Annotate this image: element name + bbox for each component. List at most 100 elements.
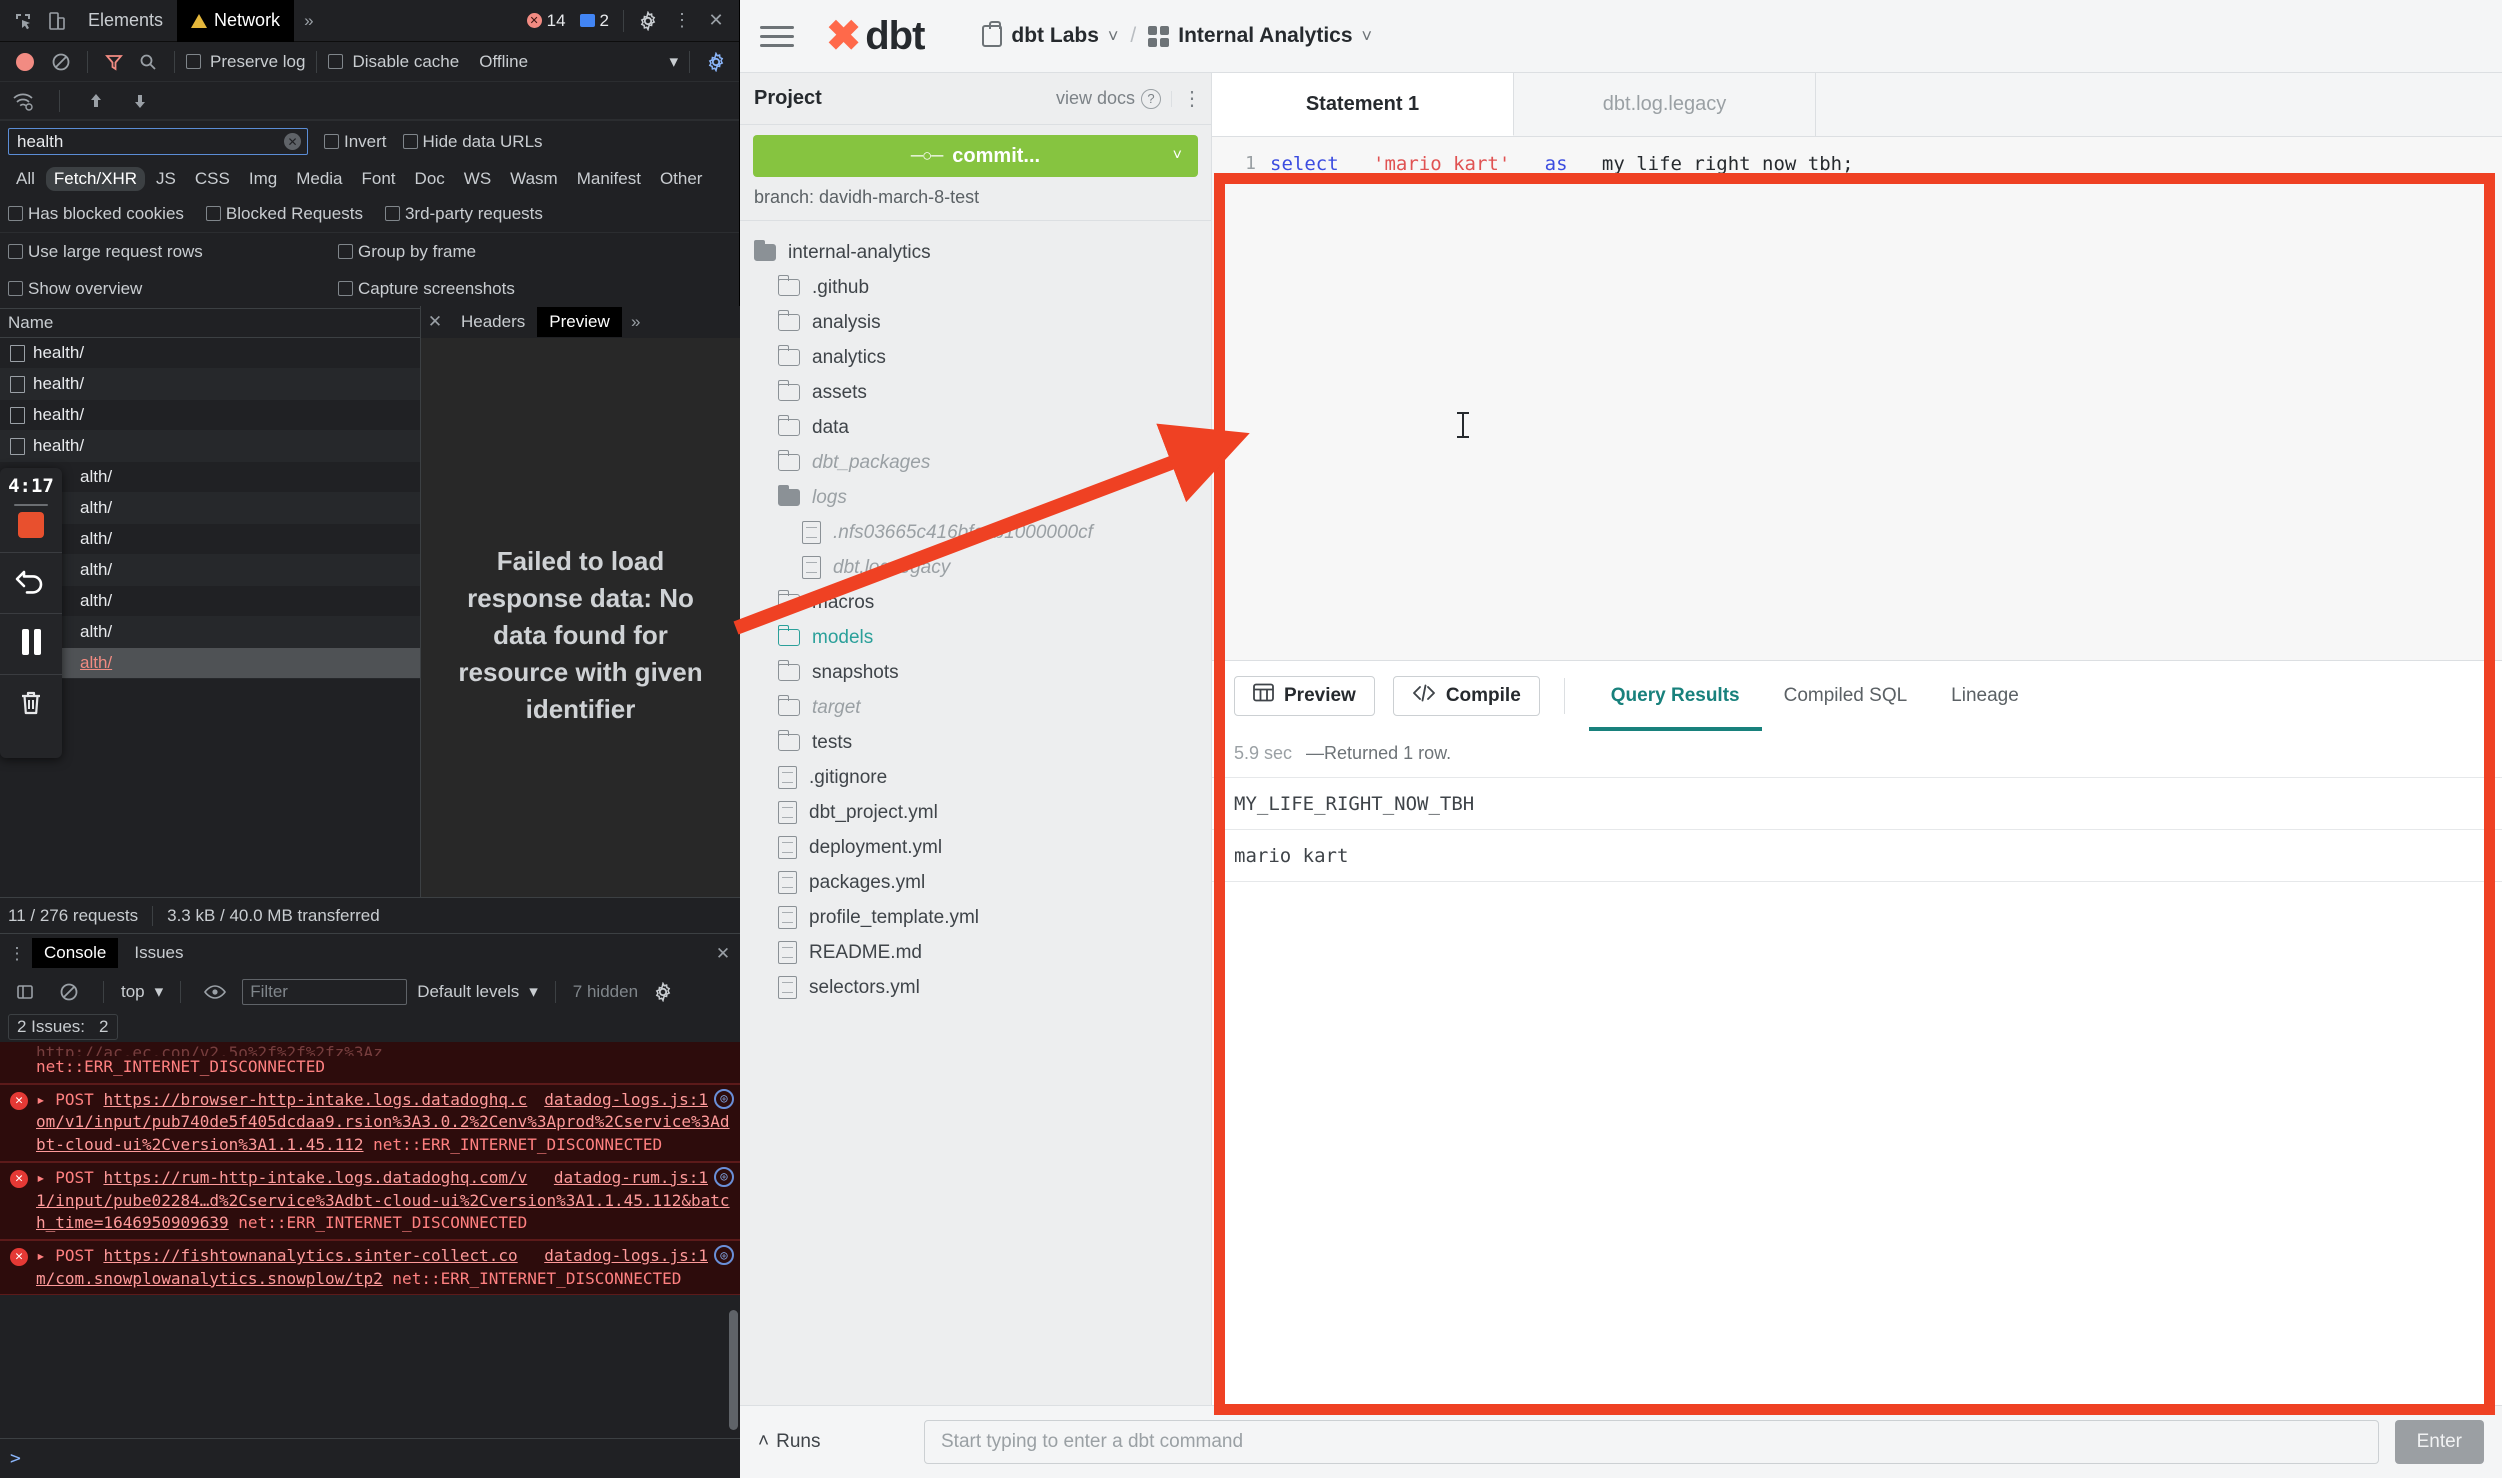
group-by-frame-checkbox[interactable]	[338, 244, 353, 259]
tree-item-dbt-project-yml[interactable]: dbt_project.yml	[754, 795, 1211, 830]
delete-icon[interactable]	[11, 685, 51, 721]
console-prompt[interactable]: >	[0, 1438, 740, 1478]
tree-item-profile-template-yml[interactable]: profile_template.yml	[754, 900, 1211, 935]
network-settings-gear-icon[interactable]	[701, 47, 731, 77]
tree-item-github[interactable]: .github	[754, 270, 1211, 305]
tree-item-dbt-log-legacy[interactable]: dbt.log.legacy	[754, 550, 1211, 585]
type-other[interactable]: Other	[652, 167, 711, 191]
console-kebab-icon[interactable]: ⋮	[6, 945, 28, 962]
kebab-menu-icon[interactable]: ⋮	[665, 4, 699, 38]
console-clear-icon[interactable]	[52, 975, 86, 1009]
console-context-caret-icon[interactable]: ▾	[155, 982, 164, 1002]
pause-icon[interactable]	[11, 624, 51, 660]
screen-recorder-widget[interactable]: 4:17	[0, 468, 62, 758]
type-media[interactable]: Media	[288, 167, 350, 191]
commit-button[interactable]: ─○─ commit... ˅	[753, 135, 1198, 177]
tree-item-deployment-yml[interactable]: deployment.yml	[754, 830, 1211, 865]
tree-item-readme[interactable]: README.md	[754, 935, 1211, 970]
clear-filter-icon[interactable]: ✕	[284, 133, 301, 150]
tab-compiled-sql[interactable]: Compiled SQL	[1762, 661, 1930, 731]
tab-headers[interactable]: Headers	[449, 307, 537, 337]
tab-console[interactable]: Console	[32, 938, 118, 968]
console-issues-bar[interactable]: 2 Issues: 2	[0, 1012, 740, 1042]
dbt-command-input[interactable]: Start typing to enter a dbt command	[924, 1420, 2379, 1464]
console-sidebar-icon[interactable]	[8, 975, 42, 1009]
tree-item-tests[interactable]: tests	[754, 725, 1211, 760]
console-message-source[interactable]: datadog-logs.js:1	[544, 1089, 708, 1112]
type-img[interactable]: Img	[241, 167, 285, 191]
filter-icon[interactable]	[99, 47, 129, 77]
type-js[interactable]: JS	[148, 167, 184, 191]
type-fetchxhr[interactable]: Fetch/XHR	[46, 167, 145, 191]
tree-item-analysis[interactable]: analysis	[754, 305, 1211, 340]
blocked-requests-checkbox[interactable]	[206, 206, 221, 221]
capture-screenshots-checkbox[interactable]	[338, 281, 353, 296]
tree-item-assets[interactable]: assets	[754, 375, 1211, 410]
type-wasm[interactable]: Wasm	[502, 167, 566, 191]
tab-preview[interactable]: Preview	[537, 307, 621, 337]
tree-item-target[interactable]: target	[754, 690, 1211, 725]
console-message-url[interactable]: http://ac.ec.cop/v2.5o%2f%2f%2fz%3Az	[36, 1042, 734, 1056]
console-settings-gear-icon[interactable]	[648, 977, 678, 1007]
disable-cache-checkbox[interactable]	[328, 54, 343, 69]
tree-item-logs[interactable]: logs	[754, 480, 1211, 515]
expand-triangle-icon[interactable]: ▸	[36, 1168, 46, 1187]
throttling-caret-icon[interactable]: ▾	[669, 52, 678, 72]
use-large-request-rows-checkbox[interactable]	[8, 244, 23, 259]
console-filter-input[interactable]: Filter	[242, 979, 407, 1005]
enter-button[interactable]: Enter	[2395, 1420, 2484, 1464]
console-context-value[interactable]: top	[121, 982, 145, 1002]
console-message-source[interactable]: datadog-rum.js:1	[554, 1167, 708, 1190]
tree-item-nfs-log[interactable]: .nfs03665c416bfecb1000000cf	[754, 515, 1211, 550]
clear-icon[interactable]	[46, 47, 76, 77]
tree-item-data[interactable]: data	[754, 410, 1211, 445]
tab-statement-1[interactable]: Statement 1	[1212, 73, 1514, 136]
error-badge[interactable]: ✕ 14	[520, 9, 573, 33]
close-detail-icon[interactable]: ✕	[421, 312, 449, 332]
project-kebab-icon[interactable]: ⋮	[1171, 91, 1197, 107]
breadcrumb-project[interactable]: Internal Analytics ˅	[1148, 24, 1372, 48]
record-button[interactable]	[8, 45, 42, 79]
breadcrumb-account[interactable]: dbt Labs ˅	[982, 24, 1118, 48]
help-icon[interactable]: ?	[1141, 89, 1161, 109]
throttling-value[interactable]: Offline	[479, 52, 528, 72]
recorder-handle[interactable]	[14, 504, 48, 506]
tree-item-packages-yml[interactable]: packages.yml	[754, 865, 1211, 900]
compile-button[interactable]: Compile	[1393, 676, 1540, 716]
tree-item-gitignore[interactable]: .gitignore	[754, 760, 1211, 795]
network-globe-icon[interactable]: ◎	[714, 1089, 734, 1109]
show-overview-checkbox[interactable]	[8, 281, 23, 296]
console-levels-caret-icon[interactable]: ▾	[529, 982, 538, 1002]
wifi-icon[interactable]	[8, 86, 38, 116]
tree-item-internal-analytics[interactable]: internal-analytics	[754, 235, 1211, 270]
tab-network[interactable]: Network	[177, 0, 294, 42]
undo-icon[interactable]	[11, 563, 51, 599]
import-har-icon[interactable]	[81, 86, 111, 116]
tab-dbt-log-legacy[interactable]: dbt.log.legacy	[1514, 73, 1816, 136]
tab-elements[interactable]: Elements	[74, 0, 177, 42]
view-docs-link[interactable]: view docs ?	[1056, 88, 1161, 109]
chevron-down-icon[interactable]: ˅	[1173, 147, 1182, 165]
gear-icon[interactable]	[631, 4, 665, 38]
has-blocked-cookies-checkbox[interactable]	[8, 206, 23, 221]
type-all[interactable]: All	[8, 167, 43, 191]
console-close-icon[interactable]: ✕	[712, 945, 734, 962]
network-filter-input[interactable]: health ✕	[8, 128, 308, 155]
preview-button[interactable]: Preview	[1234, 676, 1375, 716]
tree-item-macros[interactable]: macros	[754, 585, 1211, 620]
type-manifest[interactable]: Manifest	[569, 167, 649, 191]
network-globe-icon[interactable]: ◎	[714, 1245, 734, 1265]
console-scrollbar[interactable]	[729, 1310, 738, 1430]
sql-editor[interactable]: 1 select 'mario kart' as my_life_right_n…	[1212, 137, 2502, 660]
type-font[interactable]: Font	[354, 167, 404, 191]
console-message[interactable]: http://ac.ec.cop/v2.5o%2f%2f%2fz%3Az net…	[0, 1042, 740, 1084]
console-levels-value[interactable]: Default levels	[417, 982, 519, 1002]
expand-triangle-icon[interactable]: ▸	[36, 1090, 46, 1109]
inspect-element-icon[interactable]	[6, 4, 40, 38]
hide-data-urls-checkbox[interactable]	[403, 134, 418, 149]
expand-triangle-icon[interactable]: ▸	[36, 1246, 46, 1265]
invert-checkbox[interactable]	[324, 134, 339, 149]
stop-recording-button[interactable]	[18, 512, 44, 538]
live-expression-eye-icon[interactable]	[198, 975, 232, 1009]
type-css[interactable]: CSS	[187, 167, 238, 191]
